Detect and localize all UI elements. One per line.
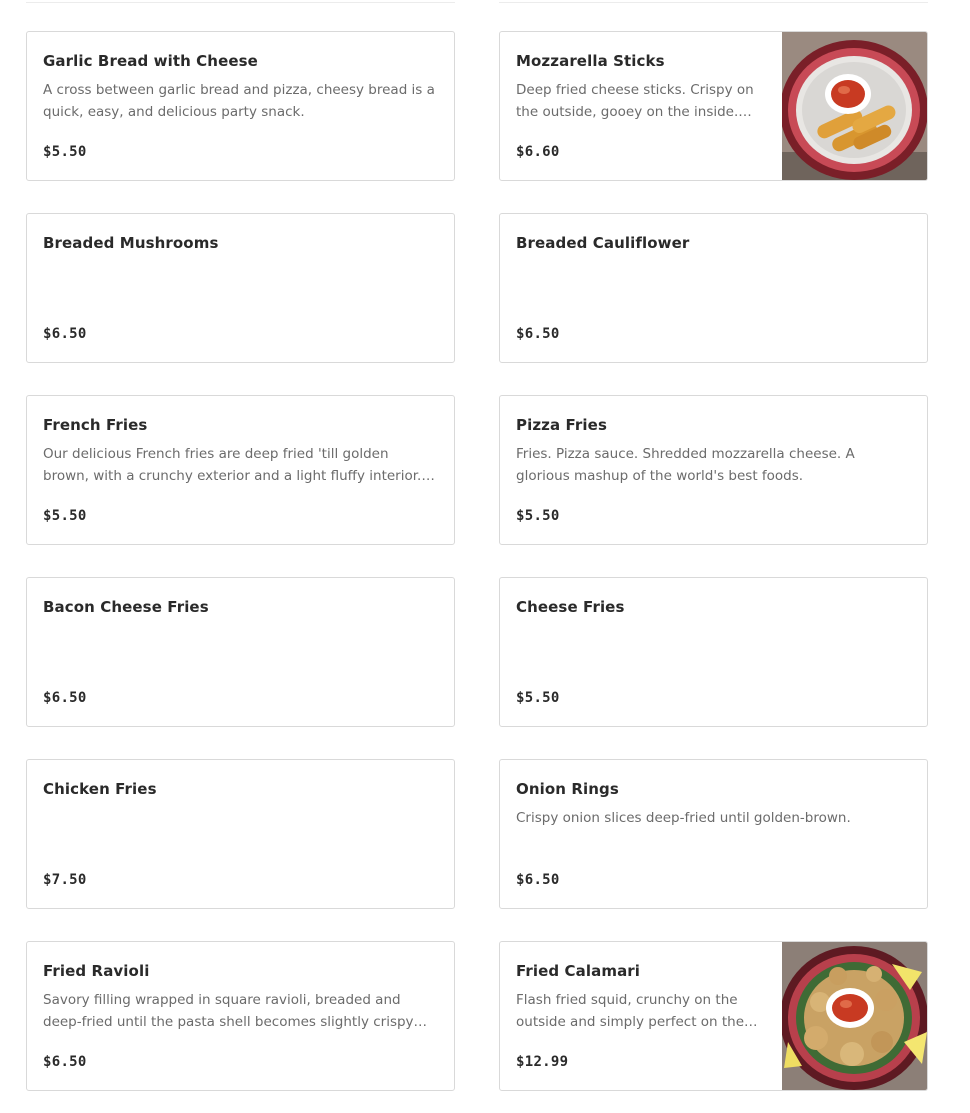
item-price: $12.99 bbox=[516, 1054, 569, 1070]
menu-item-info: Bacon Cheese Fries $6.50 bbox=[27, 578, 454, 726]
menu-item-info: Onion Rings Crispy onion slices deep-fri… bbox=[500, 760, 927, 908]
menu-item-info: Fried Calamari Flash fried squid, crunch… bbox=[500, 942, 782, 1090]
item-name: Pizza Fries bbox=[516, 416, 607, 434]
item-description: Fries. Pizza sauce. Shredded mozzarella … bbox=[516, 446, 855, 484]
previous-row-edges bbox=[0, 0, 970, 4]
item-name: Bacon Cheese Fries bbox=[43, 598, 209, 616]
menu-item-info: French Fries Our delicious French fries … bbox=[27, 396, 454, 544]
item-price: $5.50 bbox=[43, 144, 87, 160]
menu-item-info: Cheese Fries $5.50 bbox=[500, 578, 927, 726]
item-price: $6.50 bbox=[516, 326, 560, 342]
fried-calamari-photo bbox=[782, 942, 927, 1090]
item-price: $5.50 bbox=[516, 690, 560, 706]
menu-item-card[interactable]: Bacon Cheese Fries $6.50 bbox=[26, 577, 455, 727]
menu-item-card[interactable]: Breaded Cauliflower $6.50 bbox=[499, 213, 928, 363]
item-description: Crispy onion slices deep-fried until gol… bbox=[516, 810, 851, 826]
item-name: Breaded Cauliflower bbox=[516, 234, 690, 252]
item-price: $6.50 bbox=[43, 326, 87, 342]
menu-item-info: Breaded Mushrooms $6.50 bbox=[27, 214, 454, 362]
menu-item-card[interactable]: Cheese Fries $5.50 bbox=[499, 577, 928, 727]
item-name: Fried Calamari bbox=[516, 962, 641, 980]
item-price: $6.50 bbox=[43, 690, 87, 706]
item-name: Garlic Bread with Cheese bbox=[43, 52, 258, 70]
menu-item-card[interactable]: Breaded Mushrooms $6.50 bbox=[26, 213, 455, 363]
item-price: $5.50 bbox=[516, 508, 560, 524]
item-name: Cheese Fries bbox=[516, 598, 625, 616]
item-name: Chicken Fries bbox=[43, 780, 157, 798]
menu-item-card[interactable]: Fried Ravioli Savory filling wrapped in … bbox=[26, 941, 455, 1091]
item-name: Onion Rings bbox=[516, 780, 619, 798]
item-description: A cross between garlic bread and pizza, … bbox=[43, 82, 435, 120]
menu-item-info: Fried Ravioli Savory filling wrapped in … bbox=[27, 942, 454, 1090]
menu-item-card[interactable]: Chicken Fries $7.50 bbox=[26, 759, 455, 909]
menu-item-card[interactable]: Pizza Fries Fries. Pizza sauce. Shredded… bbox=[499, 395, 928, 545]
mozzarella-sticks-photo bbox=[782, 32, 927, 180]
menu-item-card[interactable]: Mozzarella Sticks Deep fried cheese stic… bbox=[499, 31, 928, 181]
menu-item-card[interactable]: Onion Rings Crispy onion slices deep-fri… bbox=[499, 759, 928, 909]
item-description: Savory filling wrapped in square ravioli… bbox=[43, 992, 414, 1030]
item-name: Breaded Mushrooms bbox=[43, 234, 219, 252]
item-price: $6.50 bbox=[516, 872, 560, 888]
item-description: Our delicious French fries are deep frie… bbox=[43, 446, 422, 484]
menu-item-card[interactable]: Garlic Bread with Cheese A cross between… bbox=[26, 31, 455, 181]
item-name: Fried Ravioli bbox=[43, 962, 150, 980]
item-name: Mozzarella Sticks bbox=[516, 52, 665, 70]
item-price: $6.50 bbox=[43, 1054, 87, 1070]
menu-items-grid: Garlic Bread with Cheese A cross between… bbox=[26, 31, 928, 1091]
menu-item-info: Breaded Cauliflower $6.50 bbox=[500, 214, 927, 362]
menu-item-info: Garlic Bread with Cheese A cross between… bbox=[27, 32, 454, 180]
item-name: French Fries bbox=[43, 416, 148, 434]
menu-item-card[interactable]: French Fries Our delicious French fries … bbox=[26, 395, 455, 545]
previous-card-bottom-left bbox=[26, 0, 455, 3]
menu-item-info: Pizza Fries Fries. Pizza sauce. Shredded… bbox=[500, 396, 927, 544]
item-price: $7.50 bbox=[43, 872, 87, 888]
item-price: $5.50 bbox=[43, 508, 87, 524]
item-description: Deep fried cheese sticks. Crispy on the … bbox=[516, 82, 754, 120]
menu-item-card[interactable]: Fried Calamari Flash fried squid, crunch… bbox=[499, 941, 928, 1091]
item-description: Flash fried squid, crunchy on the outsid… bbox=[516, 992, 758, 1030]
menu-item-info: Mozzarella Sticks Deep fried cheese stic… bbox=[500, 32, 782, 180]
previous-card-bottom-right bbox=[499, 0, 928, 3]
menu-item-info: Chicken Fries $7.50 bbox=[27, 760, 454, 908]
item-price: $6.60 bbox=[516, 144, 560, 160]
